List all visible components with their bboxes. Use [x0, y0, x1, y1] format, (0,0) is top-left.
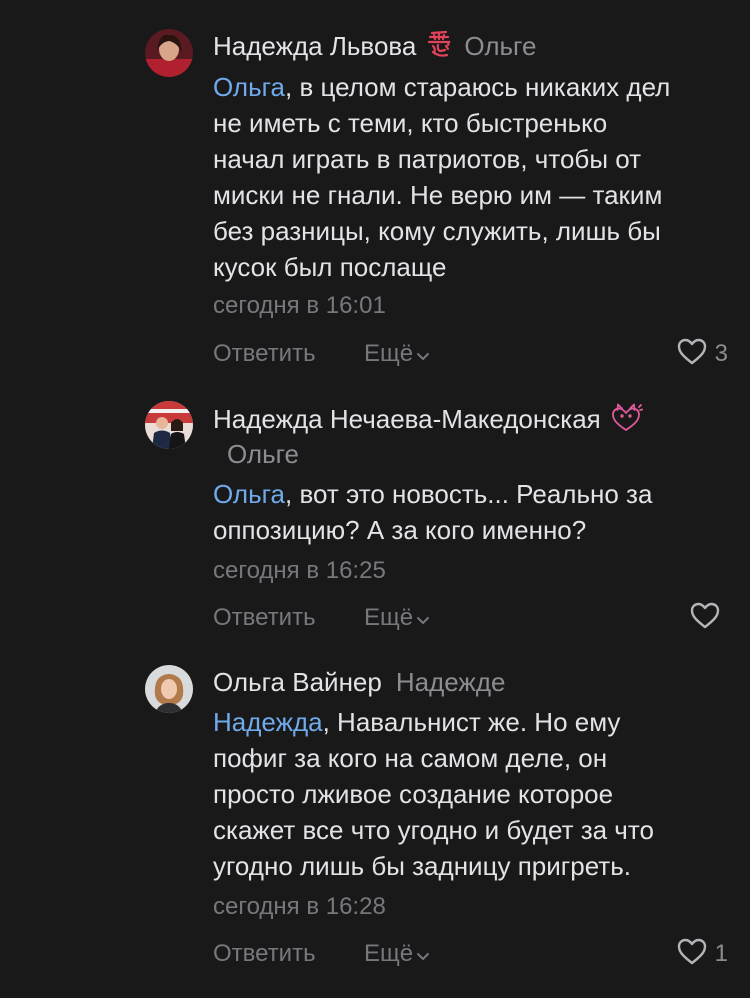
- author-name[interactable]: Ольга Вайнер: [213, 667, 382, 697]
- text-line: кусок был послаще: [213, 252, 447, 282]
- mention-link[interactable]: Надежда: [213, 707, 323, 737]
- comment-header: Надежда Нечаева-Македонская: [213, 401, 644, 441]
- comment-text: Надежда, Навальнист же. Но ему пофиг за …: [213, 704, 733, 884]
- text-line: не иметь с теми, кто быстренько: [213, 108, 608, 138]
- text-line: , Навальнист же. Но ему: [322, 707, 621, 737]
- heart-icon: [677, 338, 707, 370]
- text-line: миски не гнали. Не верю им — таким: [213, 180, 663, 210]
- avatar[interactable]: [145, 401, 193, 449]
- reply-button[interactable]: Ответить: [213, 336, 316, 372]
- heart-icon: [690, 602, 720, 634]
- timestamp[interactable]: сегодня в 16:28: [213, 892, 386, 922]
- reply-button[interactable]: Ответить: [213, 936, 316, 972]
- like-count: 3: [714, 340, 728, 367]
- text-line: просто лживое создание которое: [213, 779, 614, 809]
- chevron-down-icon: [416, 601, 430, 637]
- like-button[interactable]: 1: [677, 936, 728, 972]
- reply-to[interactable]: Ольге: [464, 31, 536, 61]
- comment-header: Надежда Львова Ольге: [213, 29, 536, 67]
- text-line: без разницы, кому служить, лишь бы: [213, 216, 661, 246]
- avatar[interactable]: [145, 29, 193, 77]
- reply-button[interactable]: Ответить: [213, 600, 316, 636]
- comment-actions: Ответить Ещё: [213, 600, 728, 636]
- author-name[interactable]: Надежда Львова: [213, 31, 416, 61]
- timestamp[interactable]: сегодня в 16:25: [213, 556, 386, 586]
- reply-to[interactable]: Надежде: [396, 667, 506, 697]
- like-button[interactable]: [690, 600, 728, 636]
- more-label: Ещё: [364, 940, 414, 967]
- comment-header: Ольга Вайнер Надежде: [213, 665, 505, 699]
- cat-heart-icon: [609, 401, 644, 441]
- text-line: угодно лишь бы задницу пригреть.: [213, 851, 631, 881]
- avatar[interactable]: [145, 665, 193, 713]
- more-label: Ещё: [364, 604, 414, 631]
- more-label: Ещё: [364, 340, 414, 367]
- love-kanji-icon: [424, 29, 454, 67]
- comment-actions: Ответить Ещё 1: [213, 936, 728, 972]
- text-line: пофиг за кого на самом деле, он: [213, 743, 608, 773]
- like-button[interactable]: 3: [677, 336, 728, 372]
- chevron-down-icon: [416, 937, 430, 973]
- text-line: начал играть в патриотов, чтобы от: [213, 144, 642, 174]
- text-line: , вот это новость... Реально за: [285, 479, 653, 509]
- comment-text: Ольга, в целом стараюсь никаких дел не и…: [213, 69, 733, 285]
- timestamp[interactable]: сегодня в 16:01: [213, 291, 386, 321]
- chevron-down-icon: [416, 337, 430, 373]
- reply-to[interactable]: Ольге: [227, 437, 299, 471]
- mention-link[interactable]: Ольга: [213, 479, 285, 509]
- like-count: 1: [714, 940, 728, 967]
- more-button[interactable]: Ещё: [364, 600, 430, 637]
- text-line: скажет все что угодно и будет за что: [213, 815, 654, 845]
- comment-actions: Ответить Ещё 3: [213, 336, 728, 372]
- text-line: оппозицию? А за кого именно?: [213, 515, 587, 545]
- heart-icon: [677, 938, 707, 970]
- text-line: , в целом стараюсь никаких дел: [285, 72, 671, 102]
- more-button[interactable]: Ещё: [364, 936, 430, 973]
- author-name[interactable]: Надежда Нечаева-Македонская: [213, 404, 601, 434]
- comment-text: Ольга, вот это новость... Реально за опп…: [213, 476, 733, 548]
- more-button[interactable]: Ещё: [364, 336, 430, 373]
- mention-link[interactable]: Ольга: [213, 72, 285, 102]
